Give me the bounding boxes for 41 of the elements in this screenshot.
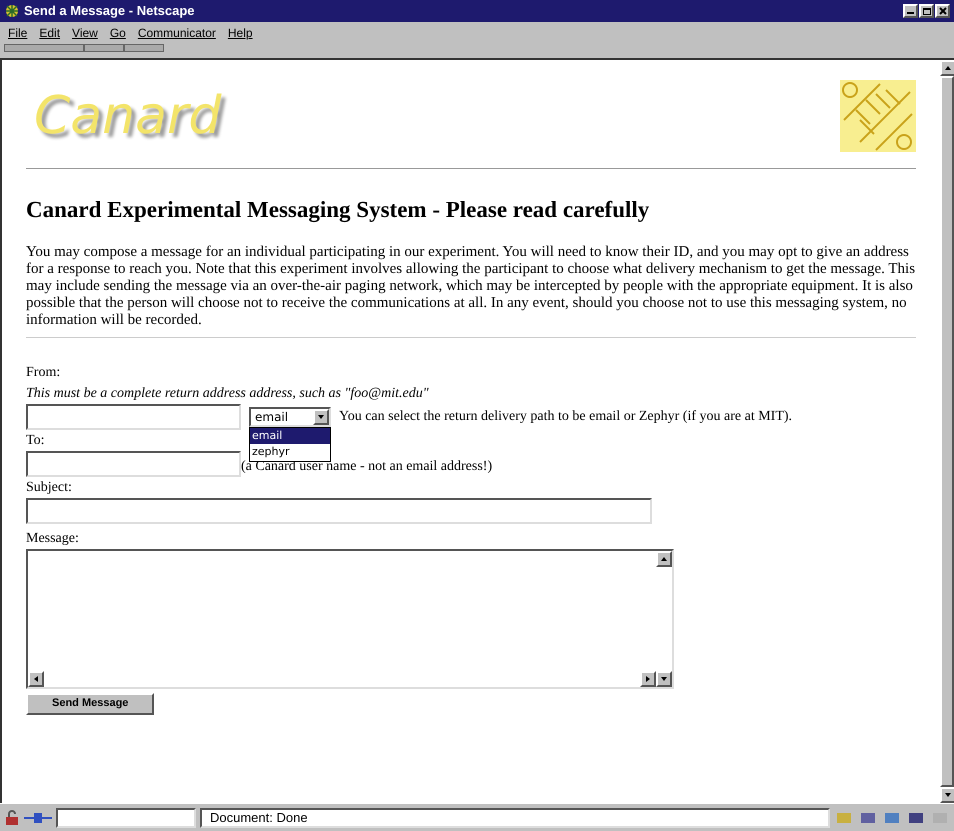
- send-message-button[interactable]: Send Message: [26, 692, 154, 714]
- scroll-up-icon[interactable]: [656, 550, 672, 566]
- connection-plug-icon: [24, 810, 52, 824]
- dropdown-option[interactable]: zephyr: [250, 444, 330, 460]
- message-field[interactable]: [26, 548, 674, 688]
- maximize-icon: [922, 8, 930, 14]
- logo: Canard: [34, 85, 222, 148]
- netscape-icon: [4, 3, 20, 19]
- scroll-down-icon[interactable]: [940, 787, 954, 803]
- page-heading: Canard Experimental Messaging System - Please read carefully: [26, 196, 650, 224]
- menu-item[interactable]: File: [8, 24, 28, 42]
- security-lock-icon: [4, 810, 20, 826]
- delivery-select[interactable]: email: [249, 406, 331, 426]
- arrows-logo-icon: [840, 80, 916, 152]
- maximize-button[interactable]: [919, 4, 934, 18]
- scroll-left-icon[interactable]: [28, 670, 44, 686]
- to-label: To:: [26, 432, 44, 450]
- menu-item[interactable]: Go: [110, 24, 126, 42]
- scroll-down-icon[interactable]: [656, 670, 672, 686]
- menu-item[interactable]: Communicator: [138, 24, 216, 42]
- close-icon: [938, 7, 946, 15]
- minimize-button[interactable]: [903, 4, 918, 18]
- from-hint: This must be a complete return address address, such as "foo@mit.edu": [26, 384, 430, 402]
- menu-item[interactable]: Edit: [39, 24, 60, 42]
- intro-paragraph: You may compose a message for an individual participating in our experiment. You will need to know their ID, and you may opt to give an address for a response to reach you. Note that this experiment involves allowing the participant to choose what delivery mechanism to get the message. This may include sending the message via an over-the-air paging network, which may be intercepted by people with the appropriate equipment. It is also possible that the person will choose not to receive the communications at all. In any event, should you choose not to use this messaging system, no information will be recorded.: [26, 244, 916, 328]
- scroll-up-icon[interactable]: [940, 60, 954, 76]
- from-label: From:: [26, 364, 62, 382]
- window-title: Send a Message - Netscape: [24, 2, 195, 20]
- from-field[interactable]: [26, 404, 241, 430]
- dropdown-option[interactable]: email: [250, 428, 330, 444]
- menu-item[interactable]: View: [72, 24, 98, 42]
- status-text: Document: Done: [200, 808, 830, 828]
- close-button[interactable]: [935, 4, 950, 18]
- delivery-note: You can select the return delivery path to be email or Zephyr (if you are at MIT).: [339, 408, 792, 426]
- menu-item[interactable]: Help: [228, 24, 253, 42]
- scroll-right-icon[interactable]: [640, 670, 656, 686]
- message-label: Message:: [26, 530, 80, 548]
- subject-label: Subject:: [26, 478, 73, 496]
- to-field[interactable]: [26, 450, 241, 476]
- minimize-icon: [907, 12, 914, 14]
- subject-field[interactable]: [26, 498, 652, 524]
